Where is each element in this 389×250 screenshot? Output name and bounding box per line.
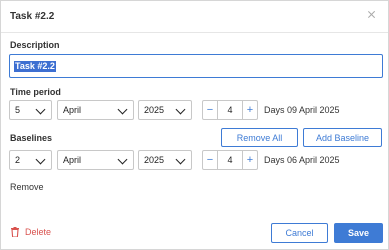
time-period-duration-value[interactable]: 4 — [217, 101, 243, 119]
cancel-button[interactable]: Cancel — [271, 223, 328, 243]
increment-button[interactable]: + — [243, 101, 257, 119]
description-label: Description — [10, 40, 60, 50]
remove-all-button[interactable]: Remove All — [221, 128, 298, 147]
delete-button[interactable]: Delete — [11, 227, 51, 237]
decrement-button[interactable]: − — [203, 101, 217, 119]
baseline-duration-stepper: − 4 + — [202, 150, 258, 170]
increment-button[interactable]: + — [243, 151, 257, 169]
chevron-down-icon — [117, 104, 128, 115]
baseline-year-select[interactable]: 2025 — [138, 150, 192, 170]
baseline-year: 2025 — [144, 155, 165, 165]
time-period-day-select[interactable]: 5 — [9, 100, 52, 120]
baseline-duration-value[interactable]: 4 — [217, 151, 243, 169]
time-period-days-text: Days 09 April 2025 — [264, 105, 340, 115]
time-period-label: Time period — [10, 87, 61, 97]
baseline-day-select[interactable]: 2 — [9, 150, 52, 170]
decrement-button[interactable]: − — [203, 151, 217, 169]
save-button[interactable]: Save — [334, 223, 383, 243]
description-input[interactable]: Task #2.2 — [9, 54, 383, 78]
close-icon[interactable] — [366, 9, 378, 21]
baseline-remove-link[interactable]: Remove — [10, 182, 44, 192]
chevron-down-icon — [175, 154, 186, 165]
baseline-month-select[interactable]: April — [57, 150, 134, 170]
description-value: Task #2.2 — [14, 60, 56, 72]
time-period-year-select[interactable]: 2025 — [138, 100, 192, 120]
baseline-day: 2 — [15, 155, 21, 165]
chevron-down-icon — [175, 104, 186, 115]
time-period-month-select[interactable]: April — [57, 100, 134, 120]
time-period-month: April — [63, 105, 82, 115]
time-period-duration-stepper: − 4 + — [202, 100, 258, 120]
delete-label: Delete — [25, 227, 52, 237]
baseline-month: April — [63, 155, 82, 165]
time-period-year: 2025 — [144, 105, 165, 115]
time-period-day: 5 — [15, 105, 21, 115]
dialog-header: Task #2.2 — [1, 1, 388, 33]
baselines-label: Baselines — [10, 133, 53, 143]
chevron-down-icon — [35, 154, 46, 165]
trash-icon — [11, 227, 19, 237]
dialog-title: Task #2.2 — [10, 11, 55, 22]
baseline-days-text: Days 06 April 2025 — [264, 155, 340, 165]
chevron-down-icon — [117, 154, 128, 165]
chevron-down-icon — [35, 104, 46, 115]
task-dialog: Task #2.2 Description Task #2.2 Time per… — [0, 0, 389, 250]
add-baseline-button[interactable]: Add Baseline — [303, 128, 382, 147]
